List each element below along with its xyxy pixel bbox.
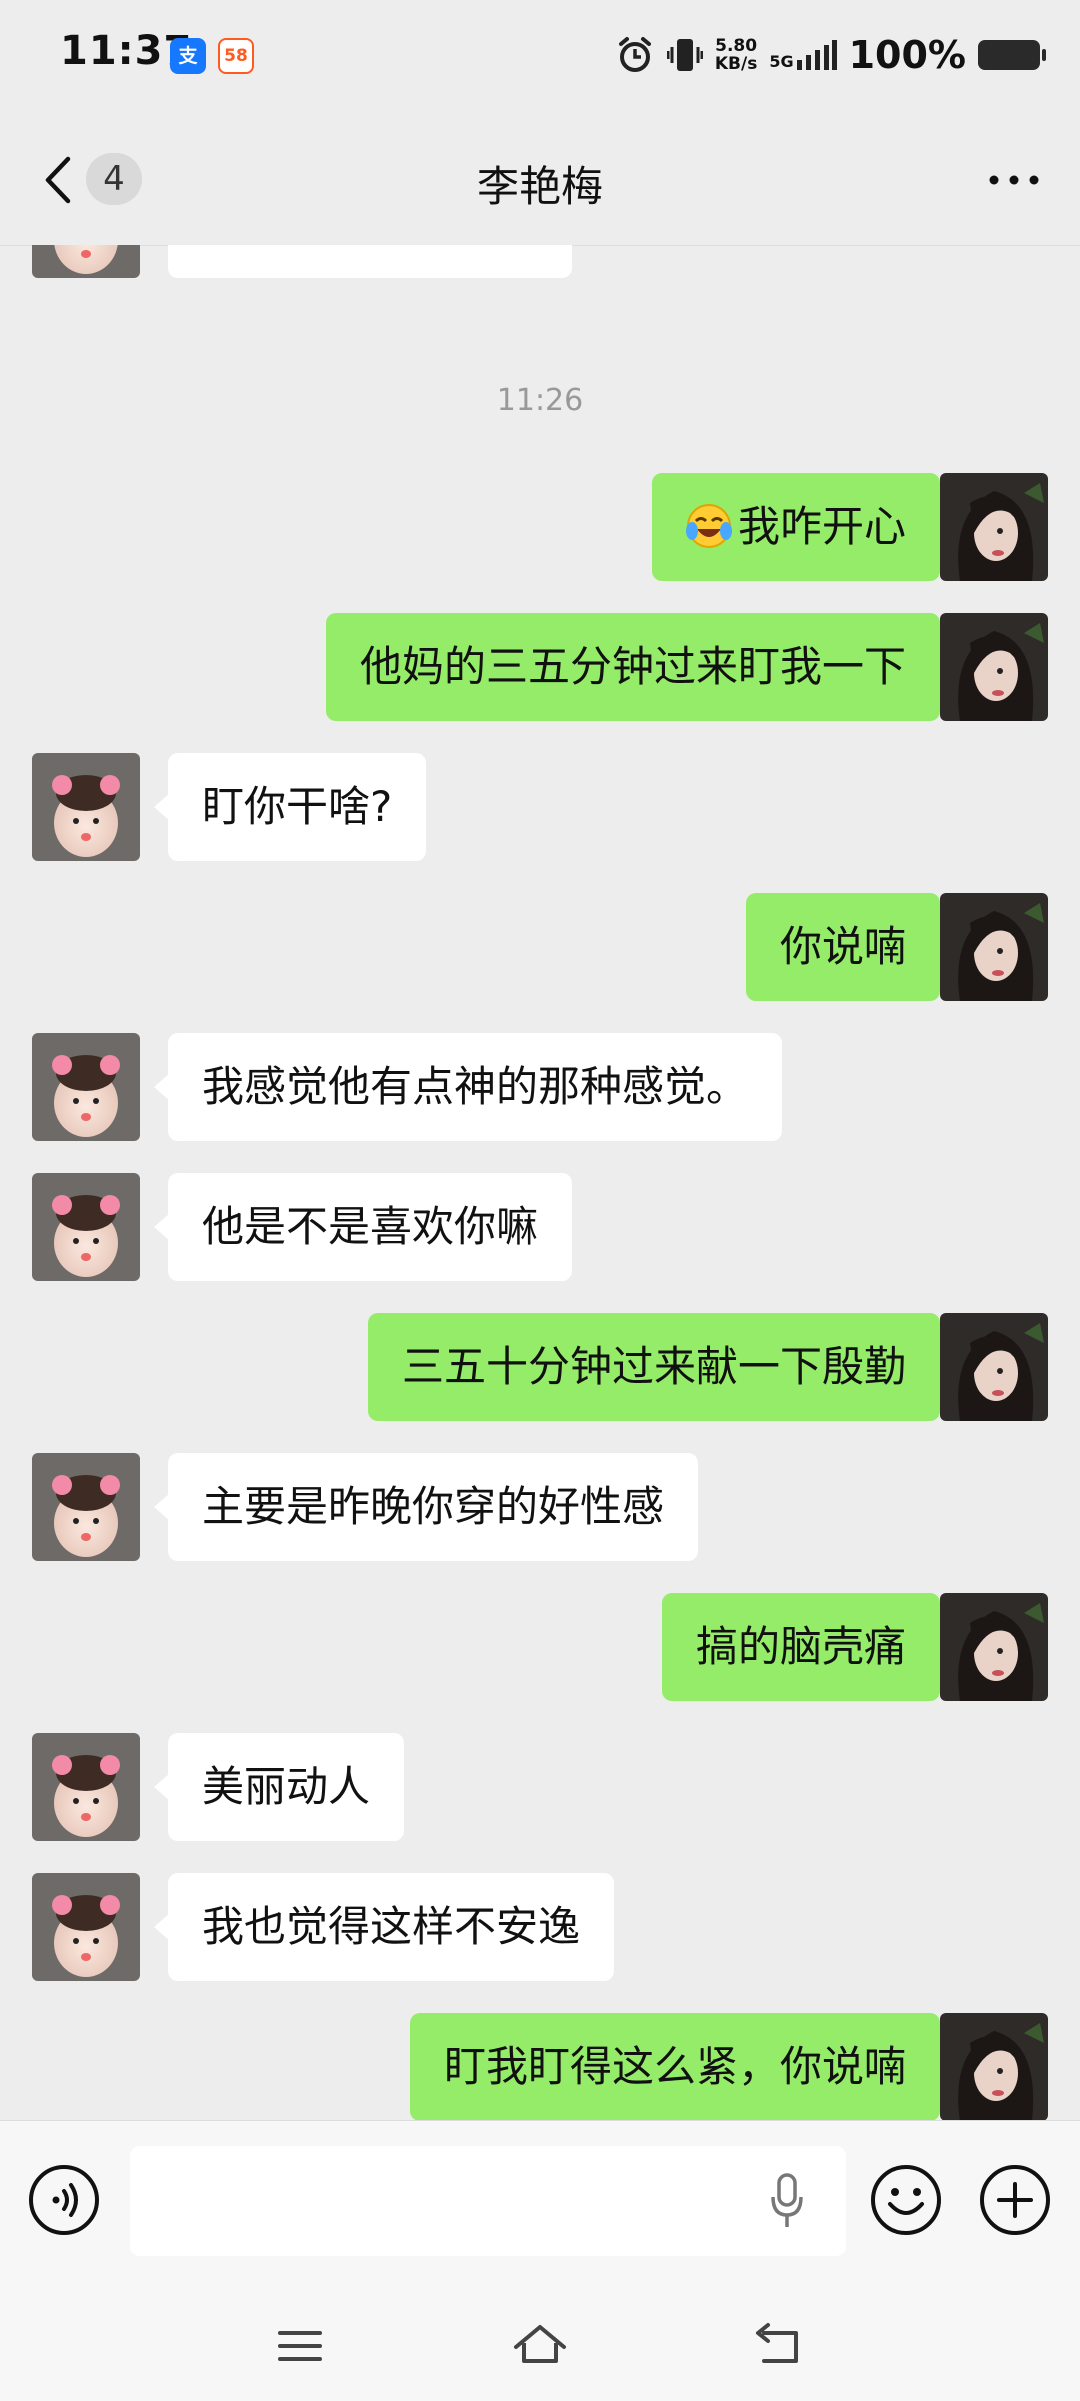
received-message-bubble[interactable]: 美丽动人	[153, 1733, 405, 1841]
received-message-bubble[interactable]: 盯你干啥?	[153, 753, 427, 861]
message-row: 我感觉他有点神的那种感觉。	[0, 1033, 1080, 1141]
message-row: 你昨晚没耍开心吼	[0, 245, 1080, 278]
sent-message-bubble[interactable]: 我咋开心	[651, 473, 955, 581]
crying-laughing-emoji-icon	[685, 503, 732, 548]
vibrate-icon	[666, 39, 703, 71]
contact-avatar[interactable]	[32, 1033, 140, 1141]
chat-header: 4 李艳梅	[0, 115, 1080, 246]
my-avatar[interactable]	[940, 1593, 1048, 1701]
input-bar	[0, 2120, 1080, 2401]
message-text: 我咋开心	[737, 502, 906, 551]
emoji-icon[interactable]	[870, 2164, 942, 2236]
chat-title: 李艳梅	[476, 162, 603, 211]
sent-message-bubble[interactable]: 三五十分钟过来献一下殷勤	[367, 1313, 955, 1421]
message-row: 我也觉得这样不安逸	[0, 1873, 1080, 1981]
message-input[interactable]	[130, 2146, 846, 2256]
received-message-bubble[interactable]: 我感觉他有点神的那种感觉。	[153, 1033, 783, 1141]
message-row: 盯我盯得这么紧，你说喃	[0, 2013, 1080, 2120]
my-avatar[interactable]	[940, 2013, 1048, 2120]
system-navigation-bar	[0, 2291, 1080, 2401]
menu-icon[interactable]	[270, 2321, 330, 2371]
my-avatar[interactable]	[940, 893, 1048, 1001]
signal-icon	[796, 40, 837, 70]
sent-message-bubble[interactable]: 搞的脑壳痛	[661, 1593, 955, 1701]
contact-avatar[interactable]	[32, 1173, 140, 1281]
message-row: 我咋开心	[0, 473, 1080, 581]
alipay-icon: 支	[170, 38, 206, 74]
message-timestamp: 11:26	[496, 383, 584, 418]
58-app-icon: 58	[218, 38, 254, 74]
more-options-icon[interactable]	[984, 157, 1044, 203]
contact-avatar[interactable]	[32, 1733, 140, 1841]
battery-percent: 100%	[848, 33, 966, 77]
my-avatar[interactable]	[940, 613, 1048, 721]
voice-mode-icon[interactable]	[28, 2164, 100, 2236]
message-row: 搞的脑壳痛	[0, 1593, 1080, 1701]
alarm-icon	[618, 37, 651, 72]
contact-avatar[interactable]	[32, 1873, 140, 1981]
battery-icon	[978, 40, 1046, 70]
sent-message-bubble[interactable]: 他妈的三五分钟过来盯我一下	[325, 613, 955, 721]
my-avatar[interactable]	[940, 473, 1048, 581]
status-right-cluster: 5.80 KB/s 5G 100%	[615, 30, 1046, 80]
contact-avatar[interactable]	[32, 245, 140, 278]
microphone-icon[interactable]	[770, 2173, 804, 2229]
message-row: 美丽动人	[0, 1733, 1080, 1841]
sent-message-bubble[interactable]: 盯我盯得这么紧，你说喃	[409, 2013, 955, 2120]
contact-avatar[interactable]	[32, 1453, 140, 1561]
message-list[interactable]: 你昨晚没耍开心吼 11:26 我咋开心	[0, 245, 1080, 2120]
message-row: 你说喃	[0, 893, 1080, 1001]
plus-icon[interactable]	[979, 2164, 1051, 2236]
message-row: 盯你干啥?	[0, 753, 1080, 861]
network-5g: 5G	[769, 40, 837, 70]
message-row: 他是不是喜欢你嘛	[0, 1173, 1080, 1281]
sent-message-bubble[interactable]: 你说喃	[745, 893, 955, 1001]
received-message-bubble[interactable]: 你昨晚没耍开心吼	[168, 245, 573, 278]
my-avatar[interactable]	[940, 1313, 1048, 1421]
message-row: 主要是昨晚你穿的好性感	[0, 1453, 1080, 1561]
message-row: 他妈的三五分钟过来盯我一下	[0, 613, 1080, 721]
status-bar: 11:37 支 58 5.80 KB/s 5G 100%	[0, 0, 1080, 115]
received-message-bubble[interactable]: 他是不是喜欢你嘛	[153, 1173, 573, 1281]
net-speed: 5.80 KB/s	[714, 36, 758, 74]
home-icon[interactable]	[510, 2321, 570, 2371]
message-row: 三五十分钟过来献一下殷勤	[0, 1313, 1080, 1421]
received-message-bubble[interactable]: 主要是昨晚你穿的好性感	[153, 1453, 699, 1561]
contact-avatar[interactable]	[32, 753, 140, 861]
received-message-bubble[interactable]: 我也觉得这样不安逸	[153, 1873, 615, 1981]
back-icon[interactable]	[750, 2321, 810, 2371]
